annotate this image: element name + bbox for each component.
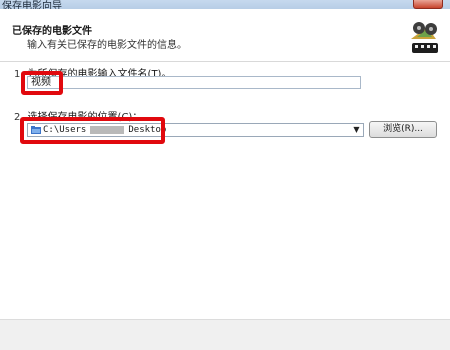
title-bar: 保存电影向导	[0, 0, 450, 9]
highlight-annotation	[20, 117, 165, 144]
chevron-down-icon[interactable]: ▼	[350, 124, 363, 136]
header-title: 已保存的电影文件	[12, 26, 92, 37]
save-movie-wizard: 保存电影向导 已保存的电影文件 输入有关已保存的电影文件的信息。 1. 为所保存的…	[0, 0, 450, 350]
wizard-footer	[0, 319, 450, 350]
film-reel-icon	[411, 22, 438, 53]
filename-input[interactable]: 视频	[27, 76, 361, 89]
highlight-annotation	[21, 71, 63, 95]
close-button[interactable]	[413, 0, 443, 9]
window-title: 保存电影向导	[2, 1, 62, 9]
header-subtitle: 输入有关已保存的电影文件的信息。	[27, 40, 187, 51]
browse-button[interactable]: 浏览(R)...	[369, 121, 437, 138]
wizard-header: 已保存的电影文件 输入有关已保存的电影文件的信息。	[0, 9, 450, 62]
